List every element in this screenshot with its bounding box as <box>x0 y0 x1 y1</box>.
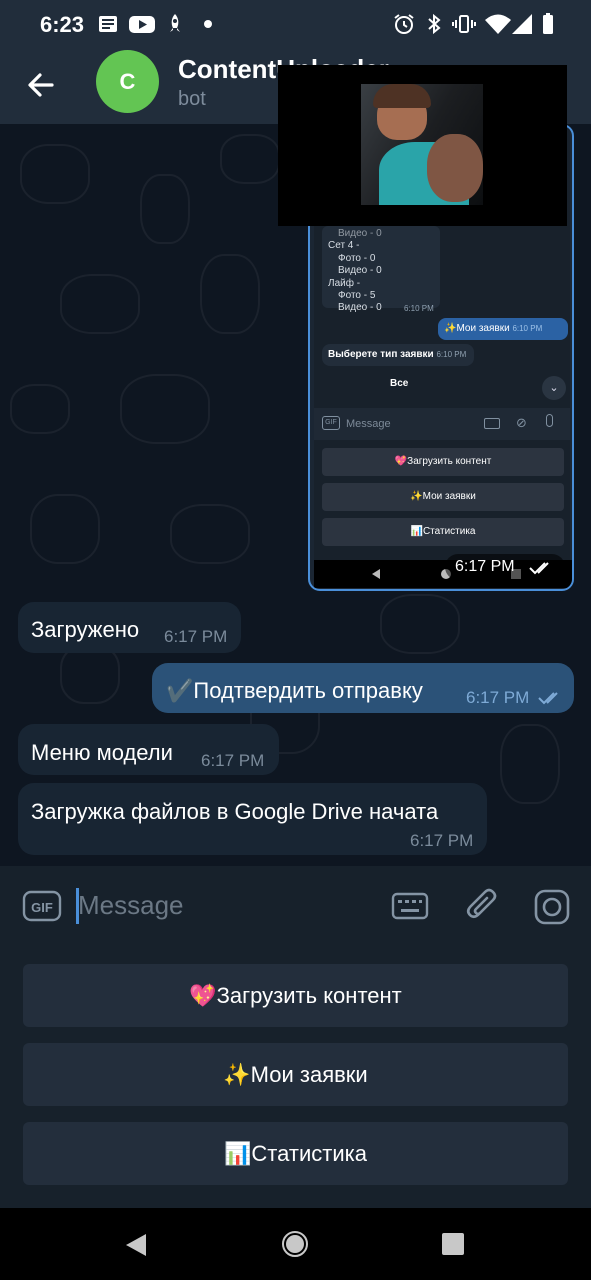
doodle-decoration <box>200 254 260 334</box>
embedded-incoming-time: 6:10 PM <box>436 350 467 359</box>
back-arrow-icon[interactable] <box>18 62 64 108</box>
message-text: Загружено <box>31 617 140 642</box>
embedded-mic-icon <box>546 414 553 427</box>
avatar[interactable]: C <box>96 50 159 113</box>
video-person-beanie <box>373 84 431 108</box>
recents-nav-icon[interactable] <box>441 1232 465 1256</box>
doodle-decoration <box>20 144 90 204</box>
status-time: 6:23 <box>40 12 85 37</box>
message-text: ✔️Подтвердить отправку <box>166 678 423 703</box>
embedded-keyboard-button: ✨Мои заявки <box>322 483 564 511</box>
message-incoming[interactable]: Загружка файлов в Google Drive начата 6:… <box>18 783 487 855</box>
message-time: 6:17 PM <box>164 627 228 646</box>
dot-icon <box>204 20 212 28</box>
embedded-input-placeholder: Message <box>346 418 391 430</box>
embedded-input-bar: GIF Message ⊘ <box>314 408 570 440</box>
embedded-keyboard-icon <box>484 418 500 429</box>
message-incoming[interactable]: Меню модели 6:17 PM <box>18 724 279 775</box>
embedded-chevron-down-icon: ⌄ <box>542 376 566 400</box>
doodle-decoration <box>500 724 560 804</box>
my-requests-button[interactable]: ✨Мои заявки <box>23 1043 568 1106</box>
telegram-chat-screen: 6:23 C ContentUploader bot <box>0 0 591 1280</box>
doodle-decoration <box>120 374 210 444</box>
embedded-stats-list: Видео - 0 Сет 4 - Фото - 0 Видео - 0 Лай… <box>322 226 440 313</box>
doodle-decoration <box>30 494 100 564</box>
embedded-attach-icon: ⊘ <box>516 415 527 430</box>
youtube-icon <box>129 16 155 33</box>
camera-icon[interactable] <box>533 888 571 926</box>
svg-text:GIF: GIF <box>31 900 53 915</box>
embedded-list-line-wrap: Видео - 0 6:10 PM <box>328 302 434 314</box>
wifi-icon <box>485 14 511 34</box>
embedded-select-value: Все <box>390 378 409 389</box>
home-nav-icon[interactable] <box>281 1230 309 1258</box>
embedded-list-line: Видео - 0 <box>338 228 382 239</box>
embedded-outgoing-time: 6:10 PM <box>512 324 543 333</box>
video-frame <box>361 84 483 205</box>
video-person-arm <box>427 134 483 202</box>
embedded-list-line: Фото - 5 <box>338 290 376 302</box>
bot-reply-keyboard: 💖Загрузить контент ✨Мои заявки 📊Статисти… <box>0 946 591 1208</box>
embedded-incoming-message: Выберете тип заявки 6:10 PM <box>322 344 474 366</box>
signal-icon <box>512 14 532 34</box>
embedded-gif-icon: GIF <box>322 416 340 430</box>
gif-icon[interactable]: GIF <box>22 889 62 923</box>
vibrate-icon <box>452 15 476 33</box>
embedded-list-line: Лайф - <box>328 277 361 289</box>
image-message-time: 6:17 PM <box>445 554 565 580</box>
news-icon <box>99 16 117 32</box>
chat-subtitle: bot <box>178 88 206 110</box>
doodle-decoration <box>170 504 250 564</box>
embedded-keyboard-button: 💖Загрузить контент <box>322 448 564 476</box>
battery-icon <box>543 13 553 34</box>
message-text: Загружка файлов в Google Drive начата <box>31 799 439 824</box>
rocket-icon <box>170 14 180 32</box>
doodle-decoration <box>60 644 120 704</box>
doodle-decoration <box>220 134 280 184</box>
message-text: Меню модели <box>31 740 173 765</box>
message-time: 6:17 PM <box>410 831 474 850</box>
embedded-list-line: Видео - 0 <box>338 302 382 314</box>
doodle-decoration <box>380 594 460 654</box>
doodle-decoration <box>140 174 190 244</box>
message-time: 6:17 PM <box>201 751 265 770</box>
embedded-back-nav-icon <box>372 569 380 579</box>
status-bar: 6:23 <box>0 0 591 48</box>
message-input[interactable]: Message <box>78 890 184 921</box>
double-check-icon <box>529 562 549 575</box>
message-outgoing[interactable]: ✔️Подтвердить отправку 6:17 PM <box>152 663 574 713</box>
image-time-text: 6:17 PM <box>455 558 515 575</box>
back-nav-icon[interactable] <box>124 1232 148 1258</box>
message-time: 6:17 PM <box>466 688 530 707</box>
attach-icon[interactable] <box>466 888 500 924</box>
embedded-list-line: Фото - 0 <box>338 252 376 264</box>
doodle-decoration <box>10 384 70 434</box>
embedded-list-time: 6:10 PM <box>404 304 434 314</box>
system-nav-bar <box>0 1208 591 1280</box>
embedded-outgoing-message: ✨Мои заявки 6:10 PM <box>438 318 568 340</box>
double-check-icon <box>538 692 558 705</box>
alarm-icon <box>394 14 414 34</box>
embedded-list-line: Сет 4 - <box>328 240 360 252</box>
embedded-incoming-text: Выберете тип заявки <box>328 349 434 360</box>
embedded-keyboard-button: 📊Статистика <box>322 518 564 546</box>
upload-content-button[interactable]: 💖Загрузить контент <box>23 964 568 1027</box>
doodle-decoration <box>60 274 140 334</box>
bluetooth-icon <box>428 13 441 35</box>
embedded-list-line: Видео - 0 <box>338 265 382 277</box>
message-incoming[interactable]: Загружено 6:17 PM <box>18 602 241 653</box>
statistics-button[interactable]: 📊Статистика <box>23 1122 568 1185</box>
keyboard-icon[interactable] <box>391 892 429 920</box>
video-pip-player[interactable] <box>278 65 567 226</box>
embedded-outgoing-text: ✨Мои заявки <box>444 323 510 334</box>
